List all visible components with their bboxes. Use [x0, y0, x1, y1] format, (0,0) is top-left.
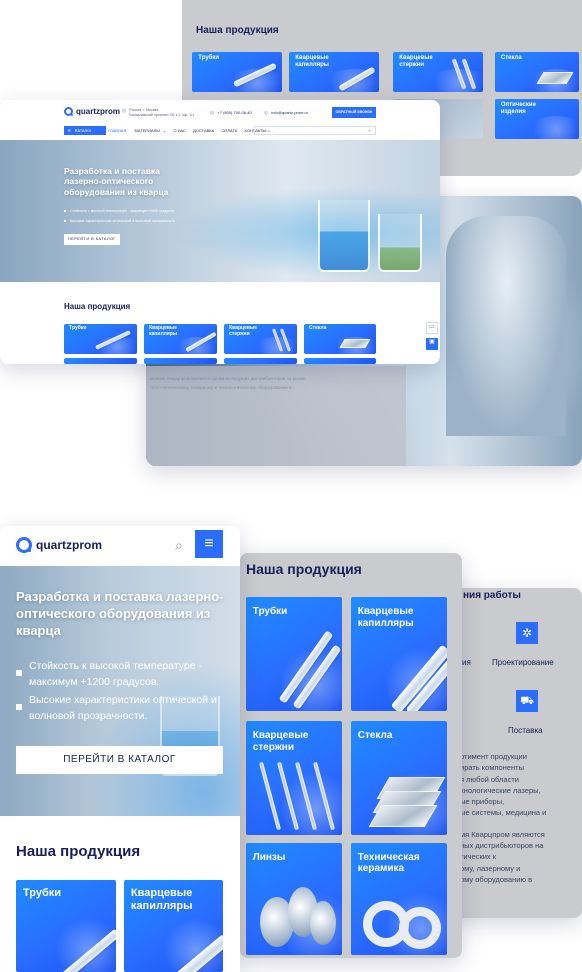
- hamburger-icon: ≡: [204, 535, 214, 552]
- back-products-title: Наша продукция: [196, 25, 279, 36]
- desktop-hero-title: Разработка и поставка лазерно-оптическог…: [64, 166, 169, 197]
- work-item-label: ия: [462, 658, 471, 667]
- main-nav: ГЛАВНАЯ МАТЕРИАЛЫ ⌄ О НАС ДОСТАВКА ОПЛАТ…: [108, 128, 266, 133]
- mobile-page: quartzprom ⌕ ≡ Разработка и поставка лаз…: [0, 526, 240, 972]
- phone[interactable]: ◎ +7 (800) 700-06-40: [210, 110, 252, 116]
- product-tile-lenses[interactable]: Линзы: [246, 843, 342, 955]
- product-tile-tubes[interactable]: Трубки: [192, 52, 282, 92]
- desktop-products-title: Наша продукция: [64, 302, 131, 311]
- menu-icon: ≡: [68, 127, 71, 134]
- work-item-delivery: Поставка: [508, 726, 543, 735]
- product-tile-glass[interactable]: Стекла: [304, 324, 376, 354]
- logo-text: quartzprom: [76, 107, 120, 116]
- desktop-hero-bullet: Стойкость к высокой температуре - максим…: [64, 209, 175, 213]
- product-tile-rods[interactable]: Кварцевые стержни: [246, 721, 342, 835]
- product-tile-tubes[interactable]: Трубки: [16, 880, 116, 972]
- cart-button[interactable]: ▣: [426, 338, 438, 350]
- beaker-image: [318, 200, 370, 272]
- product-tile-glass[interactable]: Стекла: [351, 721, 447, 835]
- callback-button[interactable]: ОБРАТНЫЙ ЗВОНОК: [332, 107, 376, 118]
- desktop-catalog-button[interactable]: ПЕРЕЙТИ В КАТАЛОГ: [64, 234, 120, 245]
- search-input[interactable]: Поиск... ⌕: [254, 126, 376, 135]
- product-tile-optical-items[interactable]: Оптические изделия: [495, 99, 579, 139]
- menu-button[interactable]: ≡: [195, 530, 223, 558]
- cart-icon: ▣: [429, 339, 435, 345]
- desktop-hero-bullet: Высокие характеристики оптической и волн…: [64, 219, 176, 223]
- tablet-products-title: Наша продукция: [246, 561, 362, 577]
- product-tile-ceramics[interactable]: Техническая керамика: [351, 843, 447, 955]
- search-icon: ⌕: [368, 127, 371, 134]
- chat-icon: ▭: [429, 324, 435, 330]
- back-about-line-1: мпания Кварцпром является одним из ведущ…: [150, 376, 306, 381]
- product-tile-rods[interactable]: Кварцевые стержни: [224, 324, 297, 354]
- nav-materials[interactable]: МАТЕРИАЛЫ: [134, 128, 159, 133]
- mobile-hero-bullet: Высокие характеристики оптической и волн…: [16, 692, 226, 725]
- mobile-hero: Разработка и поставка лазерно-оптическог…: [0, 566, 240, 816]
- email[interactable]: ◎ info@quartz-prom.ru: [264, 110, 308, 116]
- mobile-products-title: Наша продукция: [16, 843, 141, 860]
- logo-icon: [64, 107, 73, 116]
- product-tile-tubes[interactable]: Трубки: [64, 324, 137, 354]
- phone-icon: ◎: [210, 110, 215, 116]
- chevron-down-icon: ⌄: [162, 128, 167, 133]
- desktop-header: quartzprom ◎ Россия, г. Москва, Балаклав…: [0, 100, 440, 140]
- nav-about[interactable]: О НАС: [173, 128, 186, 133]
- work-text: ртимент продукции ирать компоненты я люб…: [460, 752, 547, 884]
- mobile-catalog-button[interactable]: ПЕРЕЙТИ В КАТАЛОГ: [16, 746, 223, 774]
- location-pin-icon: ◎: [122, 108, 127, 114]
- mobile-hero-bullet: Стойкость к высокой температуре - максим…: [16, 658, 226, 691]
- logo[interactable]: quartzprom: [64, 107, 120, 116]
- mobile-hero-title: Разработка и поставка лазерно-оптическог…: [16, 589, 224, 638]
- tablet-products-panel: Наша продукция Трубки Кварцевые капилляр…: [240, 553, 462, 958]
- gear-icon: ✲: [516, 622, 538, 644]
- nav-delivery[interactable]: ДОСТАВКА: [193, 128, 214, 133]
- nav-payment[interactable]: ОПЛАТА: [221, 128, 237, 133]
- truck-icon: ⛟: [516, 690, 538, 712]
- mail-icon: ◎: [264, 110, 269, 116]
- product-tile-glass[interactable]: Стекла: [495, 52, 579, 92]
- logo-text: quartzprom: [36, 538, 102, 552]
- work-item-design: Проектирование: [492, 658, 554, 667]
- back-about-line-2: ткого-оптическому, лазерному и технологи…: [150, 385, 292, 390]
- product-tile-capillaries[interactable]: Кварцевые капилляры: [124, 880, 223, 972]
- product-tile-capillaries[interactable]: Кварцевые капилляры: [289, 52, 379, 92]
- product-tile-tubes[interactable]: Трубки: [246, 597, 342, 711]
- desktop-page: quartzprom ◎ Россия, г. Москва, Балаклав…: [0, 100, 440, 364]
- search-icon[interactable]: ⌕: [175, 537, 183, 554]
- product-tile-capillaries[interactable]: Кварцевые капилляры: [144, 324, 217, 354]
- address: ◎ Россия, г. Москва, Балаклавский проспе…: [122, 108, 195, 117]
- product-tile-rods[interactable]: Кварцевые стержни: [393, 52, 483, 92]
- work-title: ния работы: [463, 590, 521, 601]
- chat-button[interactable]: ▭: [426, 322, 438, 334]
- desktop-hero: Разработка и поставка лазерно-оптическог…: [0, 140, 440, 282]
- catalog-button[interactable]: ≡ Каталог: [64, 126, 106, 135]
- nav-home[interactable]: ГЛАВНАЯ: [108, 128, 126, 133]
- logo-icon: [16, 537, 32, 553]
- product-tile-capillaries[interactable]: Кварцевые капилляры: [351, 597, 447, 711]
- mobile-logo[interactable]: quartzprom: [16, 537, 102, 553]
